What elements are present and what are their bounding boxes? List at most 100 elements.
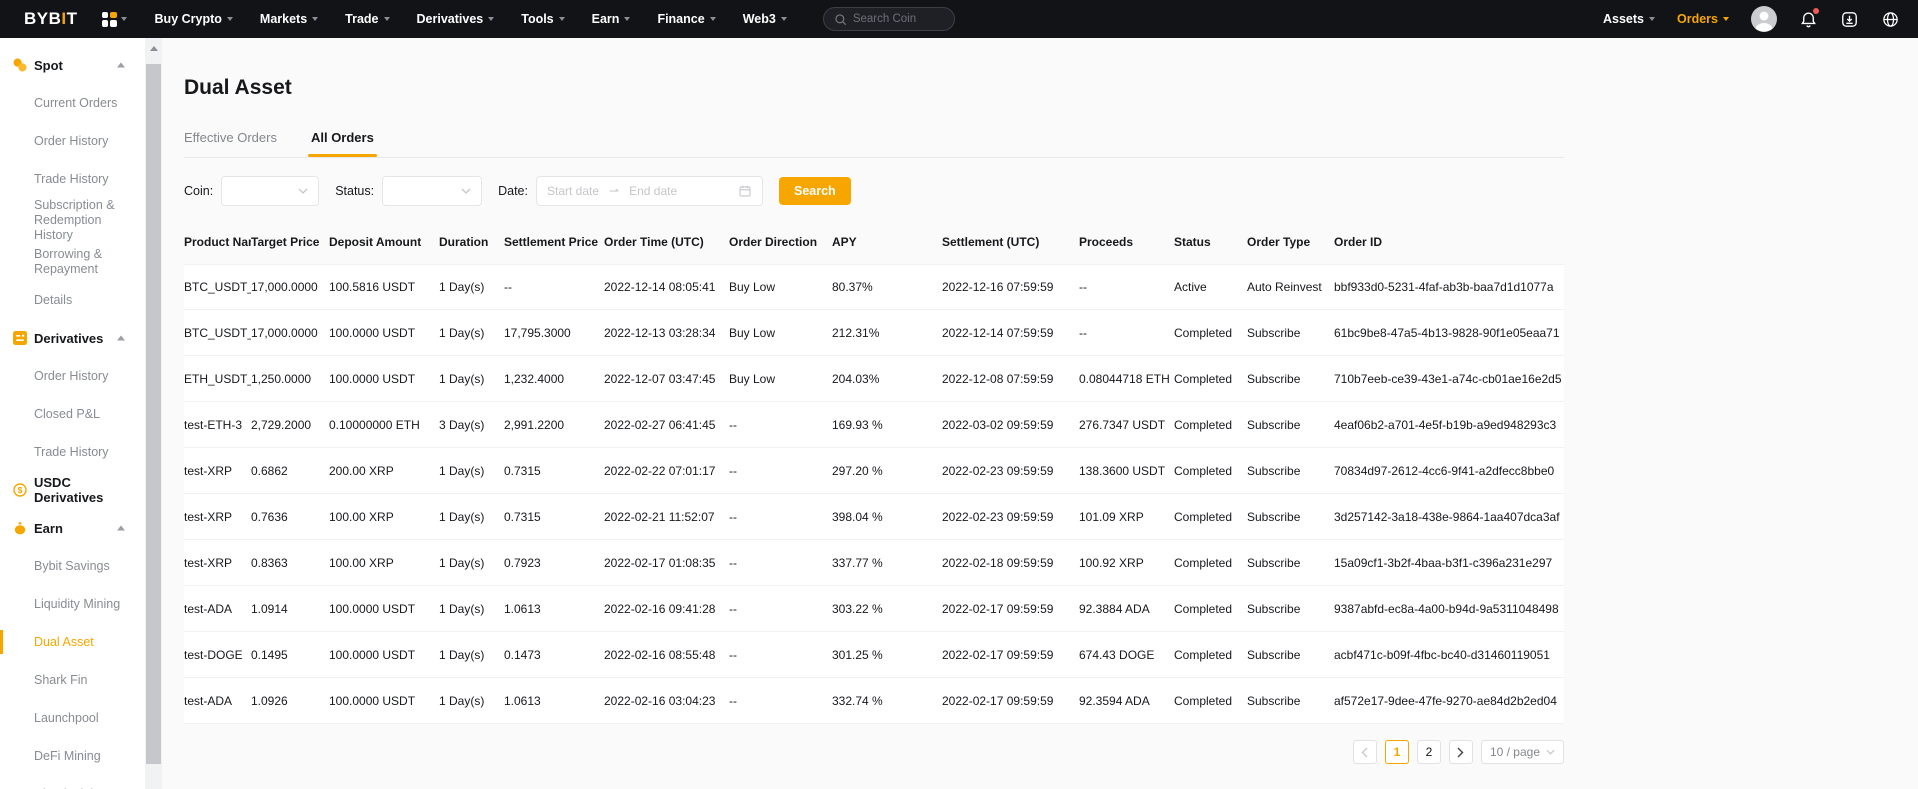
- cell-duration: 3 Day(s): [439, 418, 504, 432]
- nav-menu-label: Markets: [260, 12, 307, 26]
- cell-apy: 204.03%: [832, 372, 942, 386]
- nav-menu-item-buy-crypto[interactable]: Buy Crypto: [155, 12, 233, 26]
- sidebar-item-label: Borrowing & Repayment: [34, 247, 135, 277]
- cell-proceeds: 276.7347 USDT: [1079, 418, 1174, 432]
- cell-product-name: BTC_USDT_1D: [184, 280, 251, 294]
- scroll-up-arrow-icon[interactable]: [150, 46, 158, 51]
- assets-label: Assets: [1603, 12, 1644, 26]
- cell-order-type: Subscribe: [1247, 602, 1334, 616]
- cell-settlement-price: --: [504, 280, 604, 294]
- coin-search-input[interactable]: Search Coin: [823, 7, 955, 31]
- bybit-logo[interactable]: BYBIT: [24, 9, 78, 29]
- tab-effective-orders[interactable]: Effective Orders: [184, 130, 277, 157]
- cell-settlement-utc: 2022-02-17 09:59:59: [942, 648, 1079, 662]
- nav-menu-item-tools[interactable]: Tools: [521, 12, 564, 26]
- sidebar-item-current-orders[interactable]: Current Orders: [0, 84, 145, 122]
- cell-apy: 398.04 %: [832, 510, 942, 524]
- table-row: test-XRP0.7636100.00 XRP1 Day(s)0.731520…: [184, 494, 1564, 540]
- search-button[interactable]: Search: [779, 177, 851, 205]
- cell-target-price: 17,000.0000: [251, 280, 329, 294]
- chevron-down-icon: [384, 17, 390, 21]
- page-size-select[interactable]: 10 / page: [1481, 740, 1564, 764]
- nav-menu-item-markets[interactable]: Markets: [260, 12, 318, 26]
- apps-grid-menu[interactable]: [102, 12, 127, 27]
- cell-order-type: Auto Reinvest: [1247, 280, 1334, 294]
- cell-settlement-utc: 2022-02-23 09:59:59: [942, 510, 1079, 524]
- logo-text: BYB: [24, 9, 61, 29]
- sidebar-item-cloud-mining[interactable]: Cloud Mining: [0, 775, 145, 789]
- cell-settlement-price: 17,795.3000: [504, 326, 604, 340]
- sidebar-item-label: Trade History: [34, 172, 109, 187]
- cell-product-name: test-ETH-3: [184, 418, 251, 432]
- navbar-right: Assets Orders: [1603, 6, 1900, 32]
- sidebar-item-launchpool[interactable]: Launchpool: [0, 699, 145, 737]
- sidebar-scrollbar[interactable]: [145, 38, 162, 789]
- logo-text: T: [67, 9, 78, 29]
- table-row: BTC_USDT_1D17,000.0000100.5816 USDT1 Day…: [184, 264, 1564, 310]
- prev-page-button[interactable]: [1353, 740, 1377, 764]
- sidebar-section-earn[interactable]: Earn: [0, 509, 145, 547]
- nav-menu-item-earn[interactable]: Earn: [592, 12, 631, 26]
- filter-bar: Coin: Status: Date: Start date ⇀ End dat…: [184, 176, 1564, 206]
- sidebar-item-borrowing-repayment[interactable]: Borrowing & Repayment: [0, 243, 145, 281]
- cell-settlement-utc: 2022-02-18 09:59:59: [942, 556, 1079, 570]
- cell-product-name: test-ADA: [184, 602, 251, 616]
- cell-order-direction: Buy Low: [729, 372, 832, 386]
- cell-product-name: test-XRP: [184, 510, 251, 524]
- cell-target-price: 2,729.2000: [251, 418, 329, 432]
- sidebar-section-spot[interactable]: Spot: [0, 46, 145, 84]
- sidebar-item-trade-history[interactable]: Trade History: [0, 160, 145, 198]
- nav-menu-item-web3[interactable]: Web3: [743, 12, 787, 26]
- nav-menu-label: Trade: [345, 12, 378, 26]
- language-globe-icon[interactable]: [1881, 10, 1900, 29]
- sidebar-item-label: Order History: [34, 134, 108, 149]
- date-range-input[interactable]: Start date ⇀ End date: [536, 176, 763, 206]
- sidebar-item-defi-mining[interactable]: DeFi Mining: [0, 737, 145, 775]
- cell-status: Active: [1174, 280, 1247, 294]
- nav-menu-item-trade[interactable]: Trade: [345, 12, 389, 26]
- sidebar-item-order-history[interactable]: Order History: [0, 122, 145, 160]
- sidebar-item-closed-p-l[interactable]: Closed P&L: [0, 395, 145, 433]
- notifications-bell-icon[interactable]: [1799, 10, 1818, 29]
- avatar[interactable]: [1751, 6, 1777, 32]
- chevron-down-icon: [1723, 17, 1729, 21]
- sidebar-item-liquidity-mining[interactable]: Liquidity Mining: [0, 585, 145, 623]
- sidebar-item-dual-asset[interactable]: Dual Asset: [0, 623, 145, 661]
- cell-deposit-amount: 100.0000 USDT: [329, 372, 439, 386]
- cell-product-name: ETH_USDT_1D: [184, 372, 251, 386]
- sidebar-item-order-history[interactable]: Order History: [0, 357, 145, 395]
- page-size-label: 10 / page: [1490, 745, 1540, 759]
- cell-order-time-utc: 2022-12-07 03:47:45: [604, 372, 729, 386]
- sidebar-item-bybit-savings[interactable]: Bybit Savings: [0, 547, 145, 585]
- chevron-down-icon: [710, 17, 716, 21]
- nav-menu-item-derivatives[interactable]: Derivatives: [417, 12, 495, 26]
- assets-menu[interactable]: Assets: [1603, 12, 1655, 26]
- orders-menu[interactable]: Orders: [1677, 12, 1729, 26]
- cell-apy: 337.77 %: [832, 556, 942, 570]
- cell-duration: 1 Day(s): [439, 326, 504, 340]
- sidebar-section-derivatives[interactable]: Derivatives: [0, 319, 145, 357]
- sidebar-item-trade-history[interactable]: Trade History: [0, 433, 145, 471]
- orders-label: Orders: [1677, 12, 1718, 26]
- earn-icon: [13, 521, 27, 535]
- scrollbar-thumb[interactable]: [146, 64, 161, 764]
- page-button-2[interactable]: 2: [1417, 740, 1441, 764]
- sidebar-item-shark-fin[interactable]: Shark Fin: [0, 661, 145, 699]
- cell-order-id: 710b7eeb-ce39-43e1-a74c-cb01ae16e2d5: [1334, 372, 1564, 386]
- cell-order-type: Subscribe: [1247, 556, 1334, 570]
- sidebar-item-details[interactable]: Details: [0, 281, 145, 319]
- cell-duration: 1 Day(s): [439, 602, 504, 616]
- sidebar-section-usdc-derivatives[interactable]: $USDC Derivatives: [0, 471, 145, 509]
- next-page-button[interactable]: [1449, 740, 1473, 764]
- tab-all-orders[interactable]: All Orders: [311, 130, 374, 157]
- column-header-duration: Duration: [439, 235, 504, 249]
- cell-order-type: Subscribe: [1247, 694, 1334, 708]
- coin-select[interactable]: [221, 176, 319, 206]
- page-button-1[interactable]: 1: [1385, 740, 1409, 764]
- download-app-icon[interactable]: [1840, 10, 1859, 29]
- spot-icon: [13, 58, 27, 72]
- cell-proceeds: 92.3594 ADA: [1079, 694, 1174, 708]
- sidebar-item-subscription-redemption-history[interactable]: Subscription & Redemption History: [0, 198, 145, 243]
- status-select[interactable]: [382, 176, 482, 206]
- nav-menu-item-finance[interactable]: Finance: [657, 12, 715, 26]
